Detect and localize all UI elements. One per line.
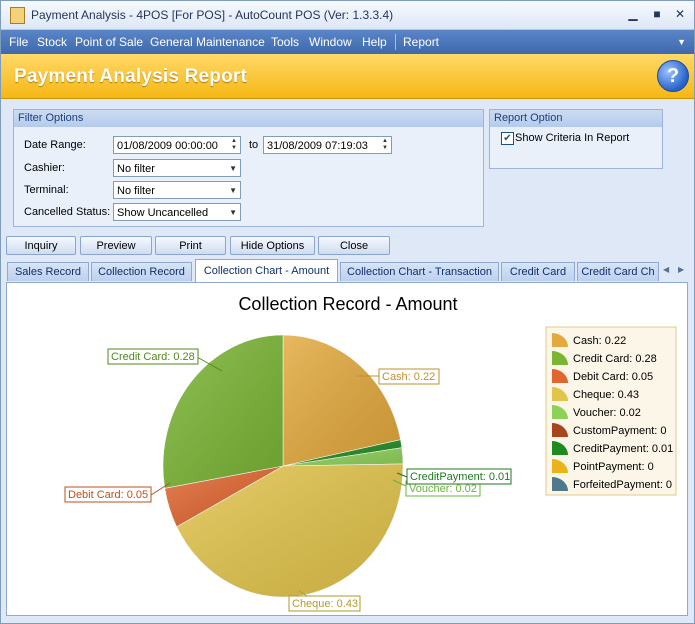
date-range-label: Date Range: (24, 139, 86, 151)
tab-sales-record[interactable]: Sales Record (7, 262, 89, 281)
menu-separator (395, 34, 396, 50)
tab-credit-card-chart[interactable]: Credit Card Ch (577, 262, 659, 281)
help-icon[interactable]: ? (657, 60, 689, 92)
terminal-value: No filter (117, 185, 155, 197)
chevron-down-icon[interactable]: ▼ (229, 182, 237, 200)
menu-file[interactable]: File (9, 35, 28, 49)
maximize-icon[interactable]: ■ (648, 6, 666, 22)
tab-collection-chart-transaction[interactable]: Collection Chart - Transaction (340, 262, 499, 281)
date-to-spinner-icon[interactable]: ▲ ▼ (380, 138, 390, 152)
to-label: to (249, 139, 259, 151)
menu-help[interactable]: Help (362, 35, 387, 49)
legend-item-forfeitedpayment: ForfeitedPayment: 0 (573, 479, 672, 491)
cashier-label: Cashier: (24, 162, 65, 174)
callout-label: Cash: 0.22 (382, 371, 435, 383)
filter-options-panel: Filter Options Date Range: 01/08/2009 00… (13, 109, 484, 227)
show-criteria-label[interactable]: Show Criteria In Report (515, 132, 629, 144)
chevron-down-icon[interactable]: ▼ (229, 160, 237, 178)
cashier-select[interactable]: No filter ▼ (113, 159, 241, 177)
date-from-field[interactable]: 01/08/2009 00:00:00 ▲ ▼ (113, 136, 241, 154)
filter-options-heading: Filter Options (14, 110, 483, 127)
application-window: Payment Analysis - 4POS [For POS] - Auto… (0, 0, 695, 624)
cashier-value: No filter (117, 163, 155, 175)
inquiry-button[interactable]: Inquiry (6, 236, 76, 255)
chevron-down-icon[interactable]: ▼ (229, 204, 237, 222)
cancelled-status-label: Cancelled Status: (24, 206, 111, 218)
menu-tools[interactable]: Tools (271, 35, 299, 49)
preview-button[interactable]: Preview (80, 236, 152, 255)
menu-window[interactable]: Window (309, 35, 352, 49)
cancelled-status-select[interactable]: Show Uncancelled ▼ (113, 203, 241, 221)
menu-point-of-sale[interactable]: Point of Sale (75, 35, 143, 49)
report-tabs: Sales Record Collection Record Collectio… (1, 259, 694, 282)
chart-title: Collection Record - Amount (238, 294, 457, 314)
minimize-icon[interactable]: ▁ (624, 6, 642, 22)
menu-bar: File Stock Point of Sale General Mainten… (1, 30, 694, 54)
cancelled-status-value: Show Uncancelled (117, 207, 209, 219)
legend-item-debit-card: Debit Card: 0.05 (573, 371, 653, 383)
menu-overflow-icon[interactable]: ▼ (677, 37, 686, 47)
callout-label: CreditPayment: 0.01 (410, 471, 510, 483)
page-title: Payment Analysis Report (14, 66, 248, 87)
callout-label: Credit Card: 0.28 (111, 351, 195, 363)
callout-label: Cheque: 0.43 (292, 598, 358, 610)
legend-item-cheque: Cheque: 0.43 (573, 389, 639, 401)
close-icon[interactable]: ✕ (671, 6, 689, 22)
close-button[interactable]: Close (318, 236, 390, 255)
menu-stock[interactable]: Stock (37, 35, 67, 49)
tab-credit-card[interactable]: Credit Card (501, 262, 575, 281)
tab-scroll-right-icon[interactable]: ▶ (678, 265, 684, 274)
legend-item-creditpayment: CreditPayment: 0.01 (573, 443, 673, 455)
report-option-heading: Report Option (490, 110, 662, 127)
legend-item-pointpayment: PointPayment: 0 (573, 461, 654, 473)
print-button[interactable]: Print (155, 236, 226, 255)
date-to-field[interactable]: 31/08/2009 07:19:03 ▲ ▼ (263, 136, 392, 154)
chart-panel: Collection Record - Amount Cash: 0.22 Cre… (6, 282, 688, 616)
legend-item-credit-card: Credit Card: 0.28 (573, 353, 657, 365)
chart-legend: Cash: 0.22 Credit Card: 0.28 Debit Card: 0… (545, 326, 677, 496)
date-from-value: 01/08/2009 00:00:00 (117, 140, 218, 152)
pie-chart: Collection Record - Amount Cash: 0.22 Cre… (64, 294, 677, 612)
title-bar: Payment Analysis - 4POS [For POS] - Auto… (1, 1, 694, 30)
legend-item-custompayment: CustomPayment: 0 (573, 425, 667, 437)
callout-label: Voucher: 0.02 (409, 483, 477, 495)
tab-collection-record[interactable]: Collection Record (91, 262, 192, 281)
date-from-spinner-icon[interactable]: ▲ ▼ (229, 138, 239, 152)
hide-options-button[interactable]: Hide Options (230, 236, 315, 255)
date-to-value: 31/08/2009 07:19:03 (267, 140, 368, 152)
tab-scroll-left-icon[interactable]: ◀ (663, 265, 669, 274)
menu-report[interactable]: Report (403, 35, 439, 49)
menu-general-maintenance[interactable]: General Maintenance (150, 35, 265, 49)
report-option-panel: Report Option ✔ Show Criteria In Report (489, 109, 663, 169)
tab-collection-chart-amount[interactable]: Collection Chart - Amount (195, 259, 338, 282)
terminal-label: Terminal: (24, 184, 69, 196)
legend-item-voucher: Voucher: 0.02 (573, 407, 641, 419)
terminal-select[interactable]: No filter ▼ (113, 181, 241, 199)
show-criteria-checkbox[interactable]: ✔ (501, 132, 514, 145)
report-app-icon (10, 7, 25, 24)
window-title: Payment Analysis - 4POS [For POS] - Auto… (31, 8, 394, 22)
report-banner: Payment Analysis Report ? (1, 54, 694, 99)
callout-label: Debit Card: 0.05 (68, 489, 148, 501)
legend-item-cash: Cash: 0.22 (573, 335, 626, 347)
